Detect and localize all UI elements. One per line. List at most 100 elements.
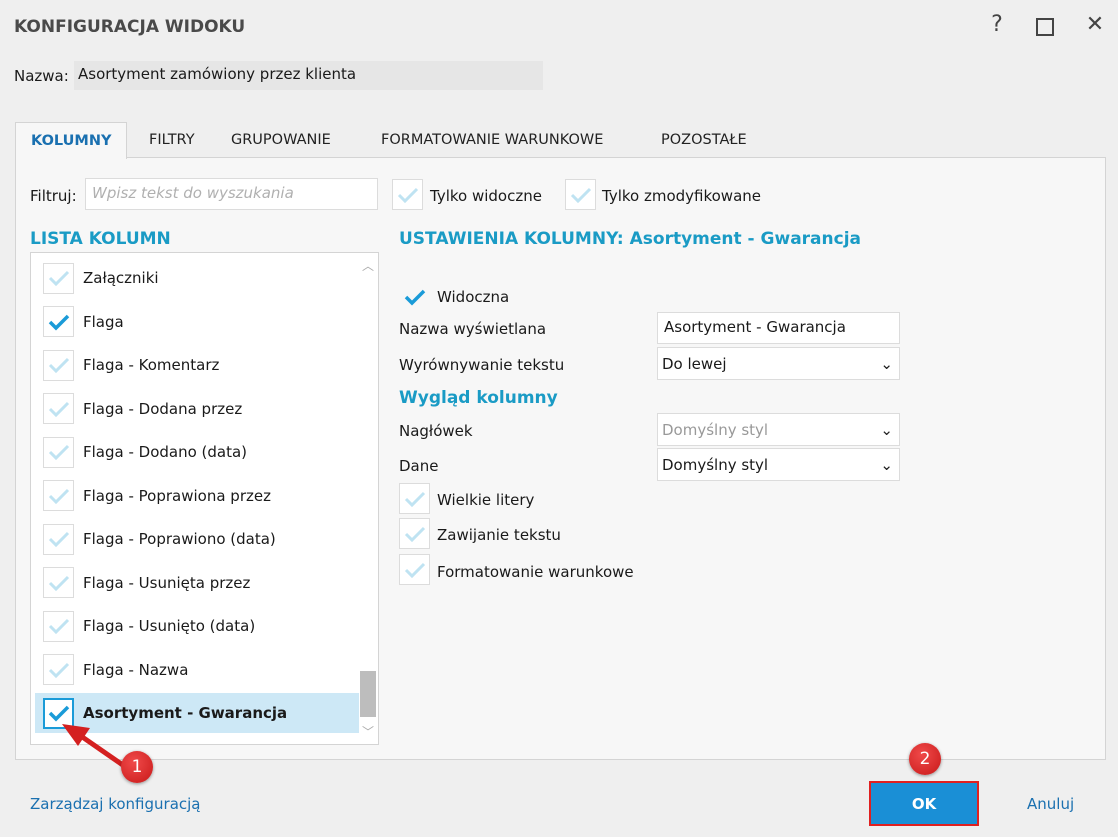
annotation-badge-2: 2 bbox=[909, 743, 941, 775]
filter-input[interactable]: Wpisz tekst do wyszukania bbox=[85, 178, 378, 210]
check-icon bbox=[48, 401, 69, 417]
column-label: Flaga - Poprawiono (data) bbox=[83, 530, 276, 548]
column-label: Flaga bbox=[83, 312, 124, 331]
column-list[interactable]: ︿ ﹀ Załączniki Flaga Flaga - Komentarz Flag… bbox=[30, 252, 379, 745]
check-icon bbox=[48, 270, 69, 287]
column-settings-heading: USTAWIENIA KOLUMNY: Asortyment - Gwaranc… bbox=[399, 229, 861, 249]
column-label: Flaga - Poprawiona przez bbox=[83, 486, 271, 505]
column-list-item[interactable]: Flaga - Dodana przez bbox=[35, 389, 359, 429]
data-style-select[interactable]: Domyślny styl ⌄ bbox=[657, 448, 900, 481]
tab-filtry[interactable]: FILTRY bbox=[134, 122, 210, 158]
column-checkbox[interactable] bbox=[43, 610, 74, 642]
column-checkbox[interactable] bbox=[43, 697, 74, 729]
only-modified-checkbox[interactable] bbox=[565, 179, 596, 210]
check-icon bbox=[48, 314, 69, 330]
only-visible-checkbox[interactable] bbox=[392, 179, 423, 210]
header-style-value: Domyślny styl bbox=[662, 420, 769, 439]
cond-format-checkbox[interactable] bbox=[399, 554, 430, 585]
header-style-select[interactable]: Domyślny styl ⌄ bbox=[657, 413, 900, 446]
check-icon bbox=[404, 289, 425, 305]
column-label: Flaga - Dodana przez bbox=[83, 399, 243, 418]
column-checkbox[interactable] bbox=[43, 349, 74, 381]
column-list-item[interactable]: Flaga - Poprawiono (data) bbox=[35, 519, 359, 559]
cancel-link[interactable]: Anuluj bbox=[1027, 795, 1074, 813]
dialog-title: KONFIGURACJA WIDOKU bbox=[14, 17, 246, 37]
chevron-down-icon: ⌄ bbox=[880, 420, 893, 439]
text-align-value: Do lewej bbox=[662, 354, 727, 373]
check-icon bbox=[404, 562, 425, 578]
display-name-label: Nazwa wyświetlana bbox=[399, 320, 547, 338]
column-list-item[interactable]: Flaga - Komentarz bbox=[35, 345, 359, 385]
column-list-item[interactable]: Flaga - Nazwa bbox=[35, 650, 359, 690]
column-list-item[interactable]: Załączniki bbox=[35, 258, 359, 298]
column-checkbox[interactable] bbox=[43, 306, 74, 337]
scroll-up-icon[interactable]: ︿ bbox=[358, 257, 378, 274]
chevron-down-icon: ⌄ bbox=[880, 455, 893, 474]
column-list-item[interactable]: Flaga - Poprawiona przez bbox=[35, 476, 359, 516]
visible-checkbox[interactable] bbox=[399, 281, 430, 312]
ok-button[interactable]: OK bbox=[869, 781, 979, 826]
manage-config-link[interactable]: Zarządzaj konfiguracją bbox=[30, 795, 201, 813]
check-icon bbox=[48, 662, 69, 678]
check-icon bbox=[48, 488, 69, 504]
check-icon bbox=[48, 705, 69, 722]
text-align-select[interactable]: Do lewej ⌄ bbox=[657, 347, 900, 380]
check-icon bbox=[48, 444, 69, 461]
scrollbar[interactable]: ︿ ﹀ bbox=[358, 253, 378, 744]
column-list-item[interactable]: Flaga - Usunięta przez bbox=[35, 563, 359, 603]
maximize-icon bbox=[1036, 18, 1054, 36]
column-label: Flaga - Usunięto (data) bbox=[83, 617, 256, 635]
column-list-item[interactable]: Flaga - Usunięto (data) bbox=[35, 606, 359, 646]
column-checkbox[interactable] bbox=[43, 436, 74, 468]
column-checkbox[interactable] bbox=[43, 654, 74, 685]
cond-format-label: Formatowanie warunkowe bbox=[437, 563, 634, 581]
name-input[interactable]: Asortyment zamówiony przez klienta bbox=[74, 61, 543, 90]
wrap-label: Zawijanie tekstu bbox=[437, 526, 561, 544]
check-icon bbox=[404, 526, 425, 542]
column-checkbox[interactable] bbox=[43, 480, 74, 511]
name-label: Nazwa: bbox=[14, 67, 69, 85]
text-align-label: Wyrównywanie tekstu bbox=[399, 356, 565, 374]
wrap-checkbox[interactable] bbox=[399, 518, 430, 549]
filter-label: Filtruj: bbox=[30, 187, 77, 205]
uppercase-label: Wielkie litery bbox=[437, 491, 535, 509]
column-list-item[interactable]: Flaga - Dodano (data) bbox=[35, 432, 359, 472]
chevron-down-icon: ⌄ bbox=[880, 354, 893, 373]
tab-kolumny[interactable]: KOLUMNY bbox=[15, 122, 128, 159]
uppercase-checkbox[interactable] bbox=[399, 483, 430, 514]
header-style-label: Nagłówek bbox=[399, 422, 473, 440]
column-label: Flaga - Komentarz bbox=[83, 356, 220, 374]
column-list-item[interactable]: Flaga bbox=[35, 302, 359, 342]
data-style-label: Dane bbox=[399, 457, 439, 475]
column-checkbox[interactable] bbox=[43, 393, 74, 424]
column-checkbox[interactable] bbox=[43, 523, 74, 555]
display-name-input[interactable]: Asortyment - Gwarancja bbox=[657, 312, 900, 344]
column-label: Załączniki bbox=[83, 269, 159, 287]
tab-grupowanie[interactable]: GRUPOWANIE bbox=[216, 122, 346, 158]
annotation-badge-1: 1 bbox=[121, 751, 153, 783]
column-label: Asortyment - Gwarancja bbox=[83, 704, 288, 722]
maximize-button[interactable] bbox=[1030, 12, 1060, 42]
close-button[interactable]: ✕ bbox=[1080, 12, 1110, 37]
help-button[interactable]: ? bbox=[982, 12, 1012, 37]
data-style-value: Domyślny styl bbox=[662, 455, 769, 474]
scrollbar-thumb[interactable] bbox=[360, 671, 376, 717]
check-icon bbox=[404, 491, 425, 507]
column-checkbox[interactable] bbox=[43, 262, 74, 294]
column-label: Flaga - Usunięta przez bbox=[83, 573, 251, 592]
check-icon bbox=[570, 187, 591, 203]
column-label: Flaga - Nazwa bbox=[83, 660, 189, 679]
check-icon bbox=[48, 575, 69, 591]
column-checkbox[interactable] bbox=[43, 567, 74, 598]
only-modified-label: Tylko zmodyfikowane bbox=[602, 187, 762, 205]
column-label: Flaga - Dodano (data) bbox=[83, 443, 248, 461]
check-icon bbox=[48, 618, 69, 635]
check-icon bbox=[397, 187, 418, 203]
look-heading: Wygląd kolumny bbox=[399, 388, 558, 408]
column-list-heading: LISTA KOLUMN bbox=[30, 229, 171, 249]
tab-pozostale[interactable]: POZOSTAŁE bbox=[646, 122, 762, 158]
column-list-item[interactable]: Asortyment - Gwarancja bbox=[35, 693, 359, 733]
check-icon bbox=[48, 531, 69, 548]
scroll-down-icon[interactable]: ﹀ bbox=[358, 723, 378, 740]
tab-formatowanie-warunkowe[interactable]: FORMATOWANIE WARUNKOWE bbox=[366, 122, 618, 158]
